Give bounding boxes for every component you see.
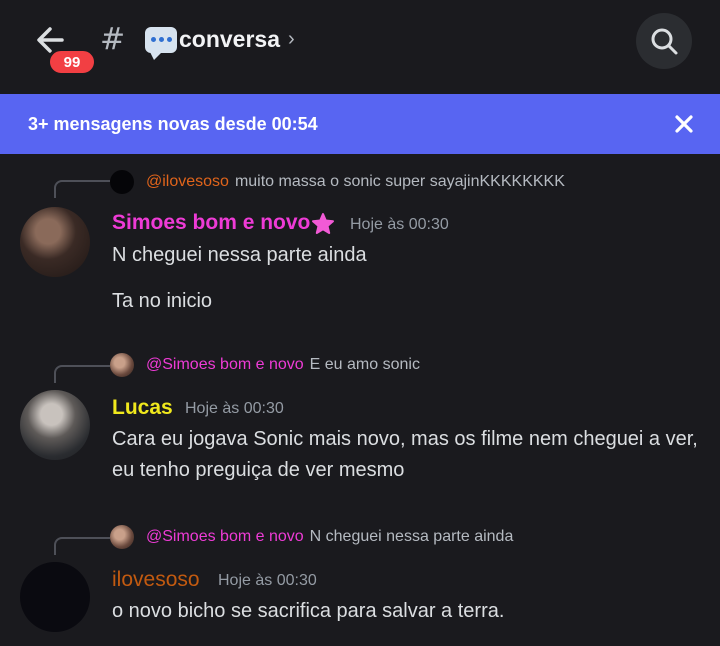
message-timestamp: Hoje às 00:30 [185, 400, 284, 417]
reply-connector [54, 537, 110, 555]
avatar [110, 170, 138, 194]
pink-flower-icon [312, 213, 334, 234]
channel-header: 99 # conversa › [0, 0, 720, 88]
new-messages-text: 3+ mensagens novas desde 00:54 [28, 113, 318, 134]
message-text: Cara eu jogava Sonic mais novo, mas os f… [112, 428, 698, 481]
message-author[interactable]: ilovesoso [112, 568, 200, 592]
reply-preview[interactable]: @ilovesoso muito massa o sonic super say… [110, 170, 565, 194]
hash-icon: # [100, 22, 126, 57]
message-timestamp: Hoje às 00:30 [218, 572, 317, 589]
reply-preview[interactable]: @Simoes bom e novo E eu amo sonic [110, 353, 420, 377]
avatar[interactable] [20, 390, 90, 460]
message-timestamp: Hoje às 00:30 [350, 216, 449, 233]
reply-author: @Simoes bom e novo [146, 528, 304, 545]
close-icon [675, 115, 693, 133]
avatar[interactable] [20, 207, 90, 277]
avatar[interactable] [20, 562, 90, 632]
message-author[interactable]: Simoes bom e novo [112, 211, 310, 235]
search-button[interactable] [636, 13, 692, 69]
unread-badge: 99 [47, 48, 97, 76]
close-banner-button[interactable] [670, 110, 698, 138]
message-text: N cheguei nessa parte ainda [112, 244, 367, 266]
reply-preview[interactable]: @Simoes bom e novo N cheguei nessa parte… [110, 525, 513, 549]
reply-text: muito massa o sonic super sayajinKKKKKKK… [234, 173, 565, 190]
reply-connector [54, 180, 110, 198]
chevron-right-icon: › [288, 28, 295, 50]
channel-title[interactable]: conversa › [145, 26, 295, 60]
message-author[interactable]: Lucas [112, 396, 173, 420]
avatar [110, 525, 138, 549]
new-messages-banner[interactable]: 3+ mensagens novas desde 00:54 [0, 94, 720, 154]
speech-bubble-icon [145, 26, 177, 60]
reply-connector [54, 365, 110, 383]
reply-text: N cheguei nessa parte ainda [309, 528, 514, 545]
reply-text: E eu amo sonic [309, 356, 420, 373]
message-text: o novo bicho se sacrifica para salvar a … [112, 600, 505, 622]
avatar [110, 353, 138, 377]
message-text: Ta no inicio [112, 290, 213, 312]
reply-author: @Simoes bom e novo [146, 356, 304, 373]
search-icon [651, 28, 678, 55]
reply-author: @ilovesoso [146, 173, 229, 190]
channel-name: conversa [179, 26, 281, 52]
